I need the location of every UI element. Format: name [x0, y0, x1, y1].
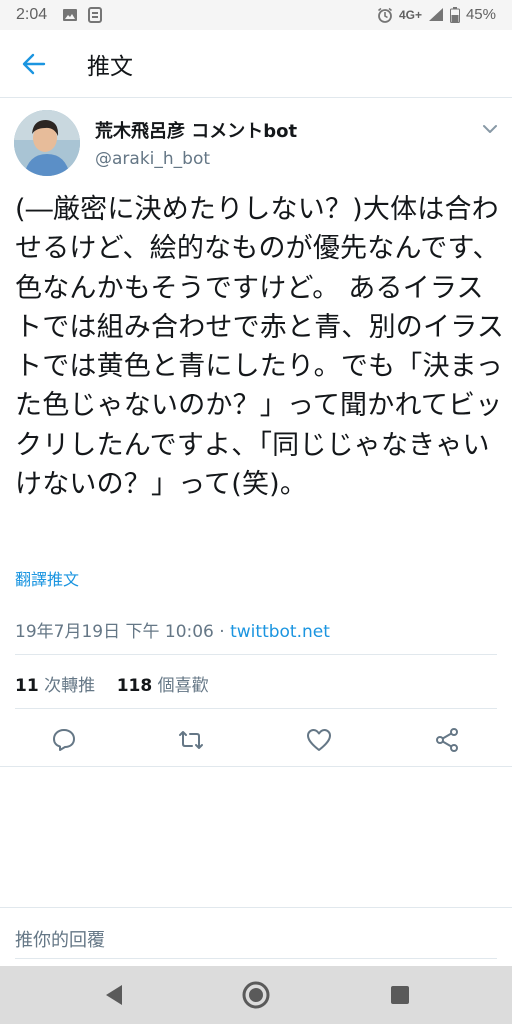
system-nav-bar — [0, 966, 512, 1024]
retweets-stat[interactable]: 11 次轉推 — [15, 676, 95, 696]
reply-input[interactable]: 推你的回覆 — [15, 926, 105, 952]
divider — [15, 708, 497, 709]
tweet-meta: 19年7月19日 下午 10:06 · twittbot.net — [15, 617, 330, 642]
divider — [0, 907, 512, 908]
battery-icon — [449, 6, 460, 23]
network-type: 4G+ — [398, 7, 422, 22]
divider — [15, 654, 497, 655]
tweet-timestamp: 19年7月19日 下午 10:06 — [15, 622, 214, 642]
arrow-left-icon[interactable] — [20, 50, 48, 78]
retweets-count: 11 — [15, 676, 39, 696]
status-time: 2:04 — [16, 6, 48, 23]
home-circle-icon[interactable] — [240, 980, 272, 1012]
app-header: 推文 — [0, 30, 512, 98]
status-bar: 2:04 4G+ 45% — [0, 0, 512, 30]
notification-icon — [88, 7, 102, 23]
battery-level: 45% — [465, 6, 496, 23]
share-icon[interactable] — [433, 726, 461, 754]
divider — [0, 766, 512, 767]
meta-separator: · — [213, 622, 231, 642]
avatar[interactable] — [14, 110, 80, 176]
reply-icon[interactable] — [50, 726, 78, 754]
alarm-icon — [377, 7, 392, 23]
tweet-stats: 11 次轉推 118 個喜歡 — [15, 671, 209, 696]
retweets-label: 次轉推 — [44, 676, 96, 696]
page-title: 推文 — [87, 54, 133, 80]
like-icon[interactable] — [305, 726, 333, 754]
likes-count: 118 — [116, 676, 153, 696]
likes-label: 個喜歡 — [157, 676, 209, 696]
recents-square-icon[interactable] — [386, 980, 414, 1010]
tweet-text: (―厳密に決めたりしない？)大体は合わせるけど、絵的なものが優先なんです、色なん… — [15, 194, 505, 501]
author-handle[interactable]: @araki_h_bot — [95, 149, 210, 169]
divider — [15, 958, 497, 959]
chevron-down-icon[interactable] — [481, 120, 499, 138]
source-link[interactable]: twittbot.net — [230, 622, 330, 642]
image-icon — [63, 9, 77, 21]
signal-icon — [428, 8, 443, 21]
tweet-actions — [0, 718, 512, 766]
back-triangle-icon[interactable] — [100, 980, 126, 1010]
author-name[interactable]: 荒木飛呂彦 コメントbot — [95, 117, 297, 143]
translate-tweet-link[interactable]: 翻譯推文 — [15, 566, 79, 590]
likes-stat[interactable]: 118 個喜歡 — [117, 676, 209, 696]
retweet-icon[interactable] — [177, 726, 205, 754]
